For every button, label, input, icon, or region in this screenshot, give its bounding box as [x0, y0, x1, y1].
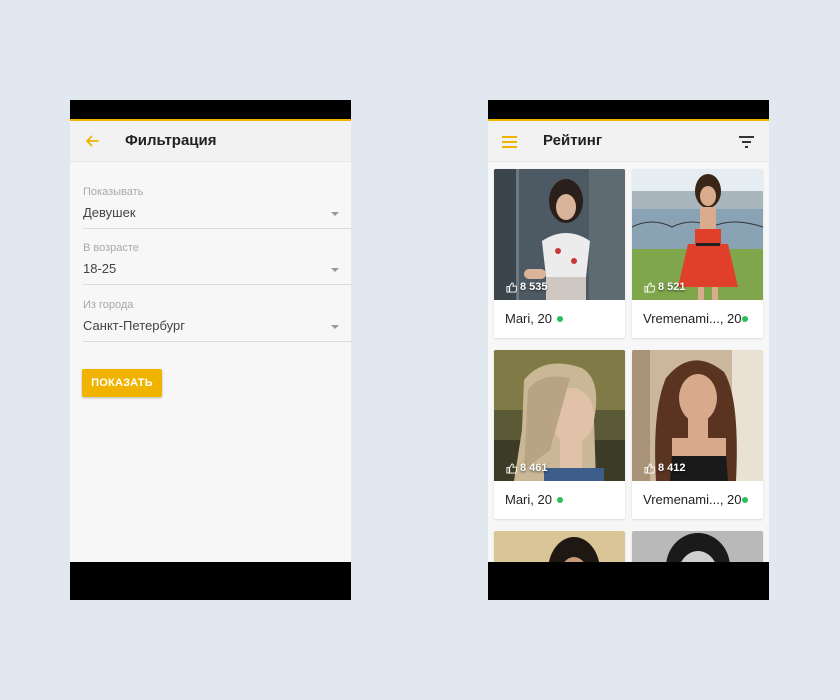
field-value: Девушек [83, 205, 136, 220]
likes-counter: 8 412 [644, 462, 686, 474]
profile-card[interactable]: 8 412 Vremenami..., 20 [632, 350, 763, 519]
status-bar [70, 100, 351, 121]
field-label: В возрасте [83, 242, 139, 254]
navigation-bar [488, 562, 769, 600]
online-status-icon [557, 497, 563, 503]
age-range-select[interactable]: В возрасте 18-25 [83, 242, 351, 296]
profile-card[interactable]: 8 535 Mari, 20 [494, 169, 625, 338]
dropdown-caret-icon [331, 212, 339, 216]
online-status-icon [742, 316, 748, 322]
online-status-icon [742, 497, 748, 503]
profile-photo: 8 412 [632, 350, 763, 481]
profile-photo: 8 461 [494, 350, 625, 481]
profile-name: Vremenami..., 20 [643, 311, 742, 326]
thumbs-up-icon [644, 462, 655, 474]
filter-screen: Фильтрация Показывать Девушек В возрасте… [70, 100, 351, 600]
likes-counter: 8 535 [506, 281, 548, 293]
divider [83, 341, 351, 342]
profile-card[interactable]: 8 521 Vremenami..., 20 [632, 169, 763, 338]
profile-name: Mari, 20 [505, 311, 552, 326]
divider [83, 228, 351, 229]
rating-screen: Рейтинг 8 535 Mari, 20 8 521 Vremenami..… [488, 100, 769, 600]
likes-count: 8 461 [520, 462, 548, 474]
likes-count: 8 521 [658, 281, 686, 293]
navigation-bar [70, 562, 351, 600]
profile-photo: 8 521 [632, 169, 763, 300]
show-gender-select[interactable]: Показывать Девушек [83, 186, 351, 240]
thumbs-up-icon [506, 462, 517, 474]
profile-photo: 8 535 [494, 169, 625, 300]
profile-name: Mari, 20 [505, 492, 552, 507]
divider [83, 284, 351, 285]
page-title: Фильтрация [125, 132, 217, 149]
likes-counter: 8 461 [506, 462, 548, 474]
field-value: 18-25 [83, 261, 117, 276]
dropdown-caret-icon [331, 325, 339, 329]
field-label: Из города [83, 299, 134, 311]
back-arrow-icon[interactable] [84, 133, 100, 154]
field-value: Санкт-Петербург [83, 318, 185, 333]
thumbs-up-icon [506, 281, 517, 293]
card-footer: Vremenami..., 20 [632, 300, 763, 338]
thumbs-up-icon [644, 281, 655, 293]
field-label: Показывать [83, 186, 144, 198]
profile-name: Vremenami..., 20 [643, 492, 742, 507]
dropdown-caret-icon [331, 268, 339, 272]
app-bar: Фильтрация [70, 121, 351, 162]
card-footer: Mari, 20 [494, 300, 625, 338]
online-status-icon [557, 316, 563, 322]
show-button[interactable]: ПОКАЗАТЬ [82, 369, 162, 397]
status-bar [488, 100, 769, 121]
card-footer: Vremenami..., 20 [632, 481, 763, 519]
likes-count: 8 535 [520, 281, 548, 293]
city-select[interactable]: Из города Санкт-Петербург [83, 299, 351, 353]
menu-icon[interactable] [502, 135, 518, 153]
card-footer: Mari, 20 [494, 481, 625, 519]
page-title: Рейтинг [543, 132, 603, 149]
likes-counter: 8 521 [644, 281, 686, 293]
filter-icon[interactable] [739, 135, 755, 153]
likes-count: 8 412 [658, 462, 686, 474]
profile-card[interactable]: 8 461 Mari, 20 [494, 350, 625, 519]
app-bar: Рейтинг [488, 121, 769, 162]
